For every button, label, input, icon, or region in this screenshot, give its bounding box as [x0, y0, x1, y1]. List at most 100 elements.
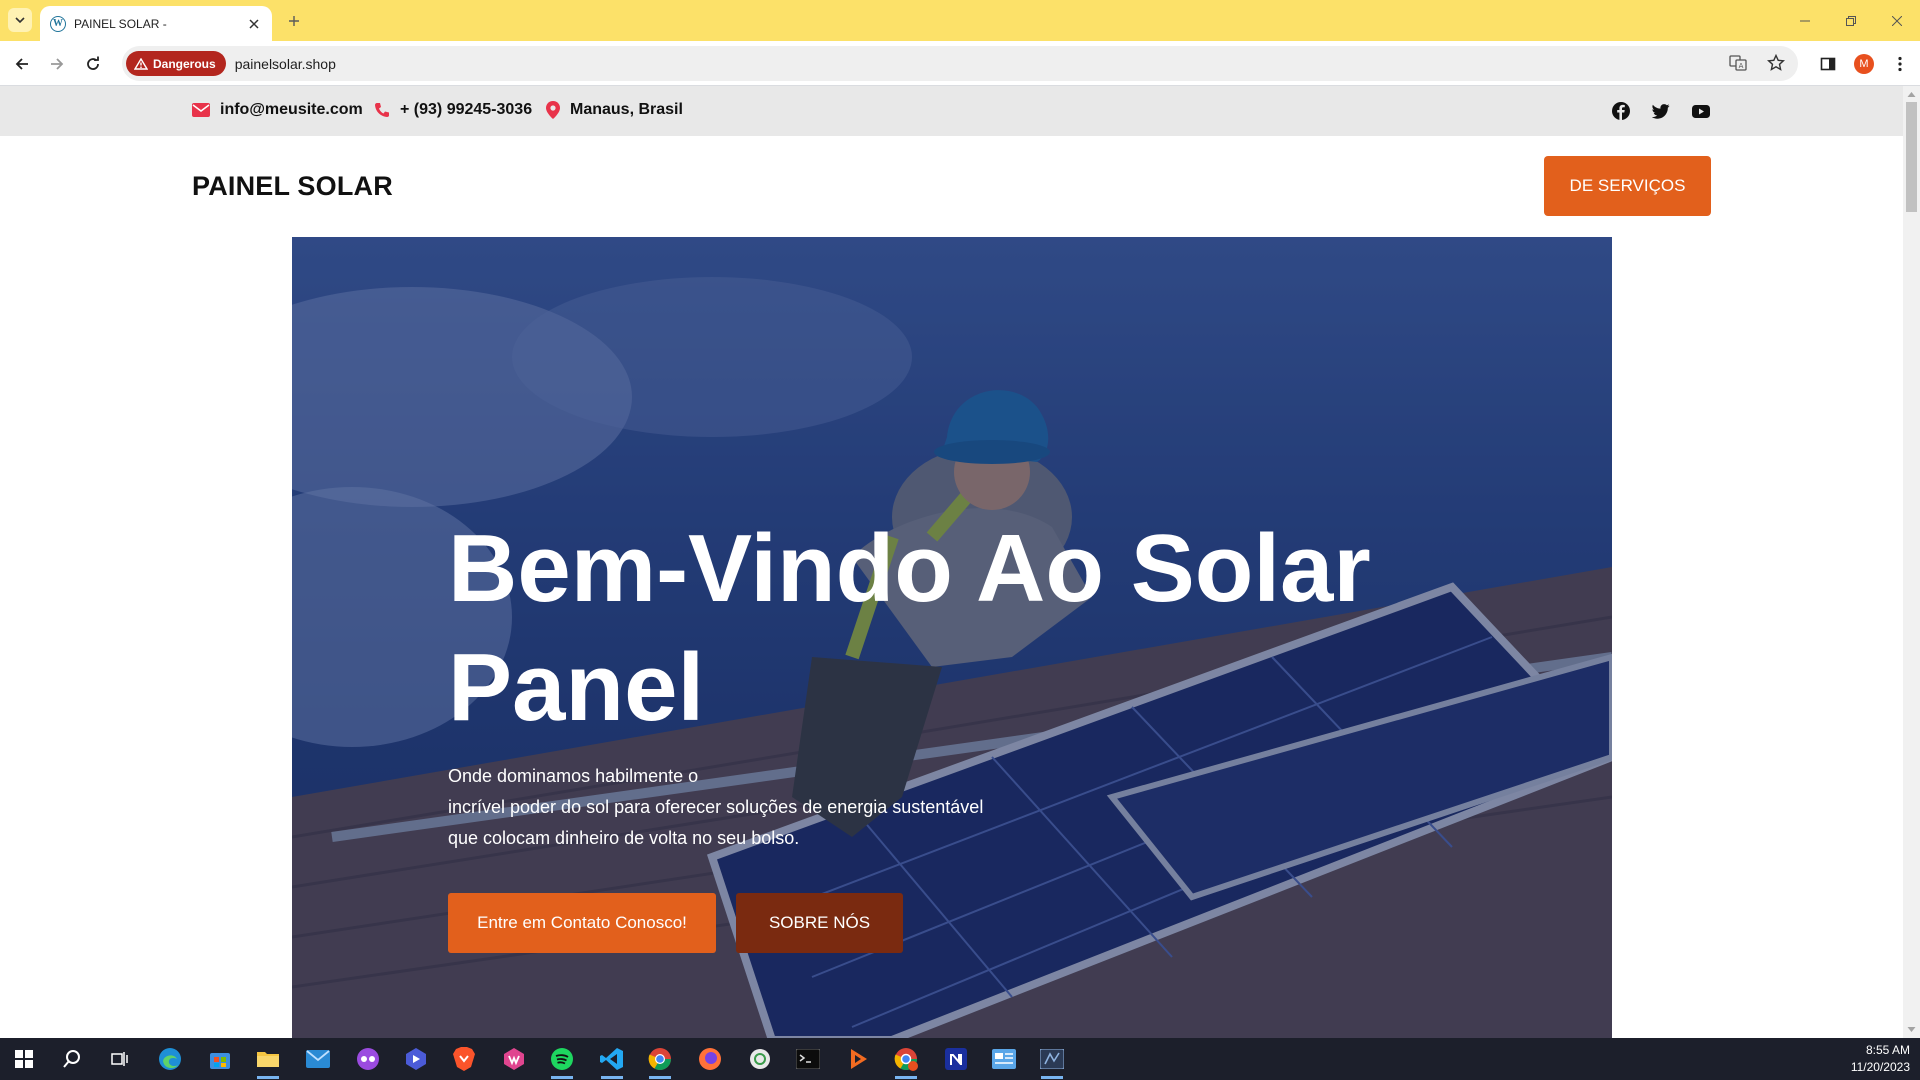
spotify-icon [551, 1048, 573, 1070]
taskbar-app-4[interactable] [744, 1043, 776, 1075]
notion-app[interactable] [940, 1043, 972, 1075]
about-us-button[interactable]: SOBRE NÓS [736, 893, 903, 953]
vscode-app[interactable] [596, 1043, 628, 1079]
phone-contact[interactable]: + (93) 99245-3036 [374, 101, 532, 119]
envelope-icon [192, 103, 210, 117]
minimize-icon [1800, 20, 1810, 21]
reload-button[interactable] [80, 51, 106, 77]
wordpress-favicon-icon: W [50, 15, 66, 32]
clock-date: 11/20/2023 [1850, 1060, 1910, 1074]
hero-title-line-1: Bem-Vindo Ao Solar [448, 515, 1371, 622]
hero-description: Onde dominamos habilmente o incrível pod… [448, 761, 1088, 854]
edge-icon [159, 1048, 181, 1070]
app-icon-2 [406, 1048, 426, 1070]
brave-app[interactable] [448, 1043, 480, 1075]
chrome-app[interactable] [644, 1043, 676, 1079]
contact-us-button[interactable]: Entre em Contato Conosco! [448, 893, 716, 953]
back-button[interactable] [9, 51, 35, 77]
bookmark-button[interactable] [1764, 51, 1788, 75]
brave-icon [453, 1047, 475, 1071]
spotify-app[interactable] [546, 1043, 578, 1079]
taskbar-app-1[interactable] [352, 1043, 384, 1075]
restore-icon [1846, 15, 1856, 26]
taskbar-app-6[interactable] [988, 1043, 1020, 1075]
taskbar-app-2[interactable] [400, 1043, 432, 1075]
site-header: PAINEL SOLAR DE SERVIÇOS [0, 136, 1903, 238]
hero-title: Bem-Vindo Ao Solar Panel [448, 509, 1448, 747]
tab-title: PAINEL SOLAR - [74, 16, 167, 31]
search-icon [63, 1050, 80, 1068]
browser-tab[interactable]: W PAINEL SOLAR - [40, 6, 272, 41]
address-bar-actions: A [1726, 51, 1788, 75]
close-tab-button[interactable] [246, 16, 262, 32]
start-button[interactable] [8, 1043, 40, 1075]
taskbar-app-3[interactable] [498, 1043, 530, 1075]
close-icon [249, 18, 259, 29]
profile-button[interactable]: M [1850, 50, 1878, 78]
arrow-right-icon [51, 58, 64, 70]
system-clock[interactable]: 8:55 AM 11/20/2023 [1851, 1042, 1910, 1076]
mail-icon [306, 1050, 330, 1068]
phone-icon [375, 103, 389, 117]
security-warning-chip[interactable]: Dangerous [126, 51, 226, 76]
scroll-up-icon[interactable] [1907, 90, 1916, 99]
plus-icon [289, 16, 299, 26]
site-logo[interactable]: PAINEL SOLAR [192, 171, 393, 202]
chrome-profile-icon [894, 1048, 918, 1071]
close-icon [1892, 15, 1902, 26]
side-panel-button[interactable] [1814, 50, 1842, 78]
window-controls [1782, 0, 1920, 41]
taskbar-search-button[interactable] [56, 1043, 88, 1075]
edge-app[interactable] [154, 1043, 186, 1075]
warning-triangle-icon [134, 57, 148, 70]
address-bar[interactable]: Dangerous painelsolar.shop A [122, 46, 1798, 81]
facebook-link[interactable] [1611, 101, 1631, 121]
taskbar-app-5[interactable] [842, 1043, 874, 1075]
task-view-icon [111, 1052, 128, 1066]
terminal-app[interactable] [792, 1043, 824, 1075]
page-scrollbar[interactable] [1903, 86, 1920, 1038]
close-window-button[interactable] [1874, 0, 1920, 41]
task-view-button[interactable] [104, 1043, 136, 1075]
forward-button[interactable] [44, 51, 70, 77]
windows-taskbar: 8:55 AM 11/20/2023 [0, 1038, 1920, 1080]
browser-tabstrip: W PAINEL SOLAR - [0, 0, 1920, 41]
firefox-app[interactable] [694, 1043, 726, 1075]
firefox-icon [699, 1048, 721, 1070]
services-button[interactable]: DE SERVIÇOS [1544, 156, 1711, 216]
scrollbar-thumb[interactable] [1906, 102, 1917, 212]
scroll-down-icon[interactable] [1907, 1025, 1916, 1034]
reload-icon [87, 56, 99, 70]
clock-time: 8:55 AM [1865, 1043, 1910, 1057]
twitter-link[interactable] [1651, 101, 1671, 121]
notion-icon [945, 1048, 967, 1070]
app-icon-6 [992, 1049, 1016, 1069]
star-icon [1767, 54, 1785, 71]
hero-title-line-2: Panel [448, 634, 705, 741]
chrome-profile-app[interactable] [890, 1043, 922, 1079]
restore-button[interactable] [1828, 0, 1874, 41]
youtube-icon [1692, 104, 1710, 118]
taskbar-app-7[interactable] [1036, 1043, 1068, 1079]
mail-app[interactable] [302, 1043, 334, 1075]
url-text: painelsolar.shop [234, 55, 336, 72]
contact-topbar: info@meusite.com + (93) 99245-3036 Manau… [0, 86, 1903, 136]
twitter-icon [1652, 103, 1670, 119]
tab-search-button[interactable] [8, 8, 32, 32]
hero-description-line-3: que colocam dinheiro de volta no seu bol… [448, 828, 800, 848]
app-icon-1 [357, 1048, 379, 1070]
location-contact: Manaus, Brasil [546, 101, 683, 119]
minimize-button[interactable] [1782, 0, 1828, 41]
kebab-menu-icon [1898, 56, 1902, 72]
translate-button[interactable]: A [1726, 51, 1750, 75]
file-explorer-app[interactable] [252, 1043, 284, 1079]
toolbar-actions: M [1814, 50, 1914, 78]
email-contact[interactable]: info@meusite.com [192, 101, 363, 119]
youtube-link[interactable] [1691, 101, 1711, 121]
chevron-down-icon [15, 17, 25, 24]
menu-button[interactable] [1886, 50, 1914, 78]
new-tab-button[interactable] [282, 9, 306, 33]
vscode-icon [600, 1048, 623, 1070]
store-app[interactable] [204, 1043, 236, 1075]
avatar: M [1854, 54, 1874, 74]
